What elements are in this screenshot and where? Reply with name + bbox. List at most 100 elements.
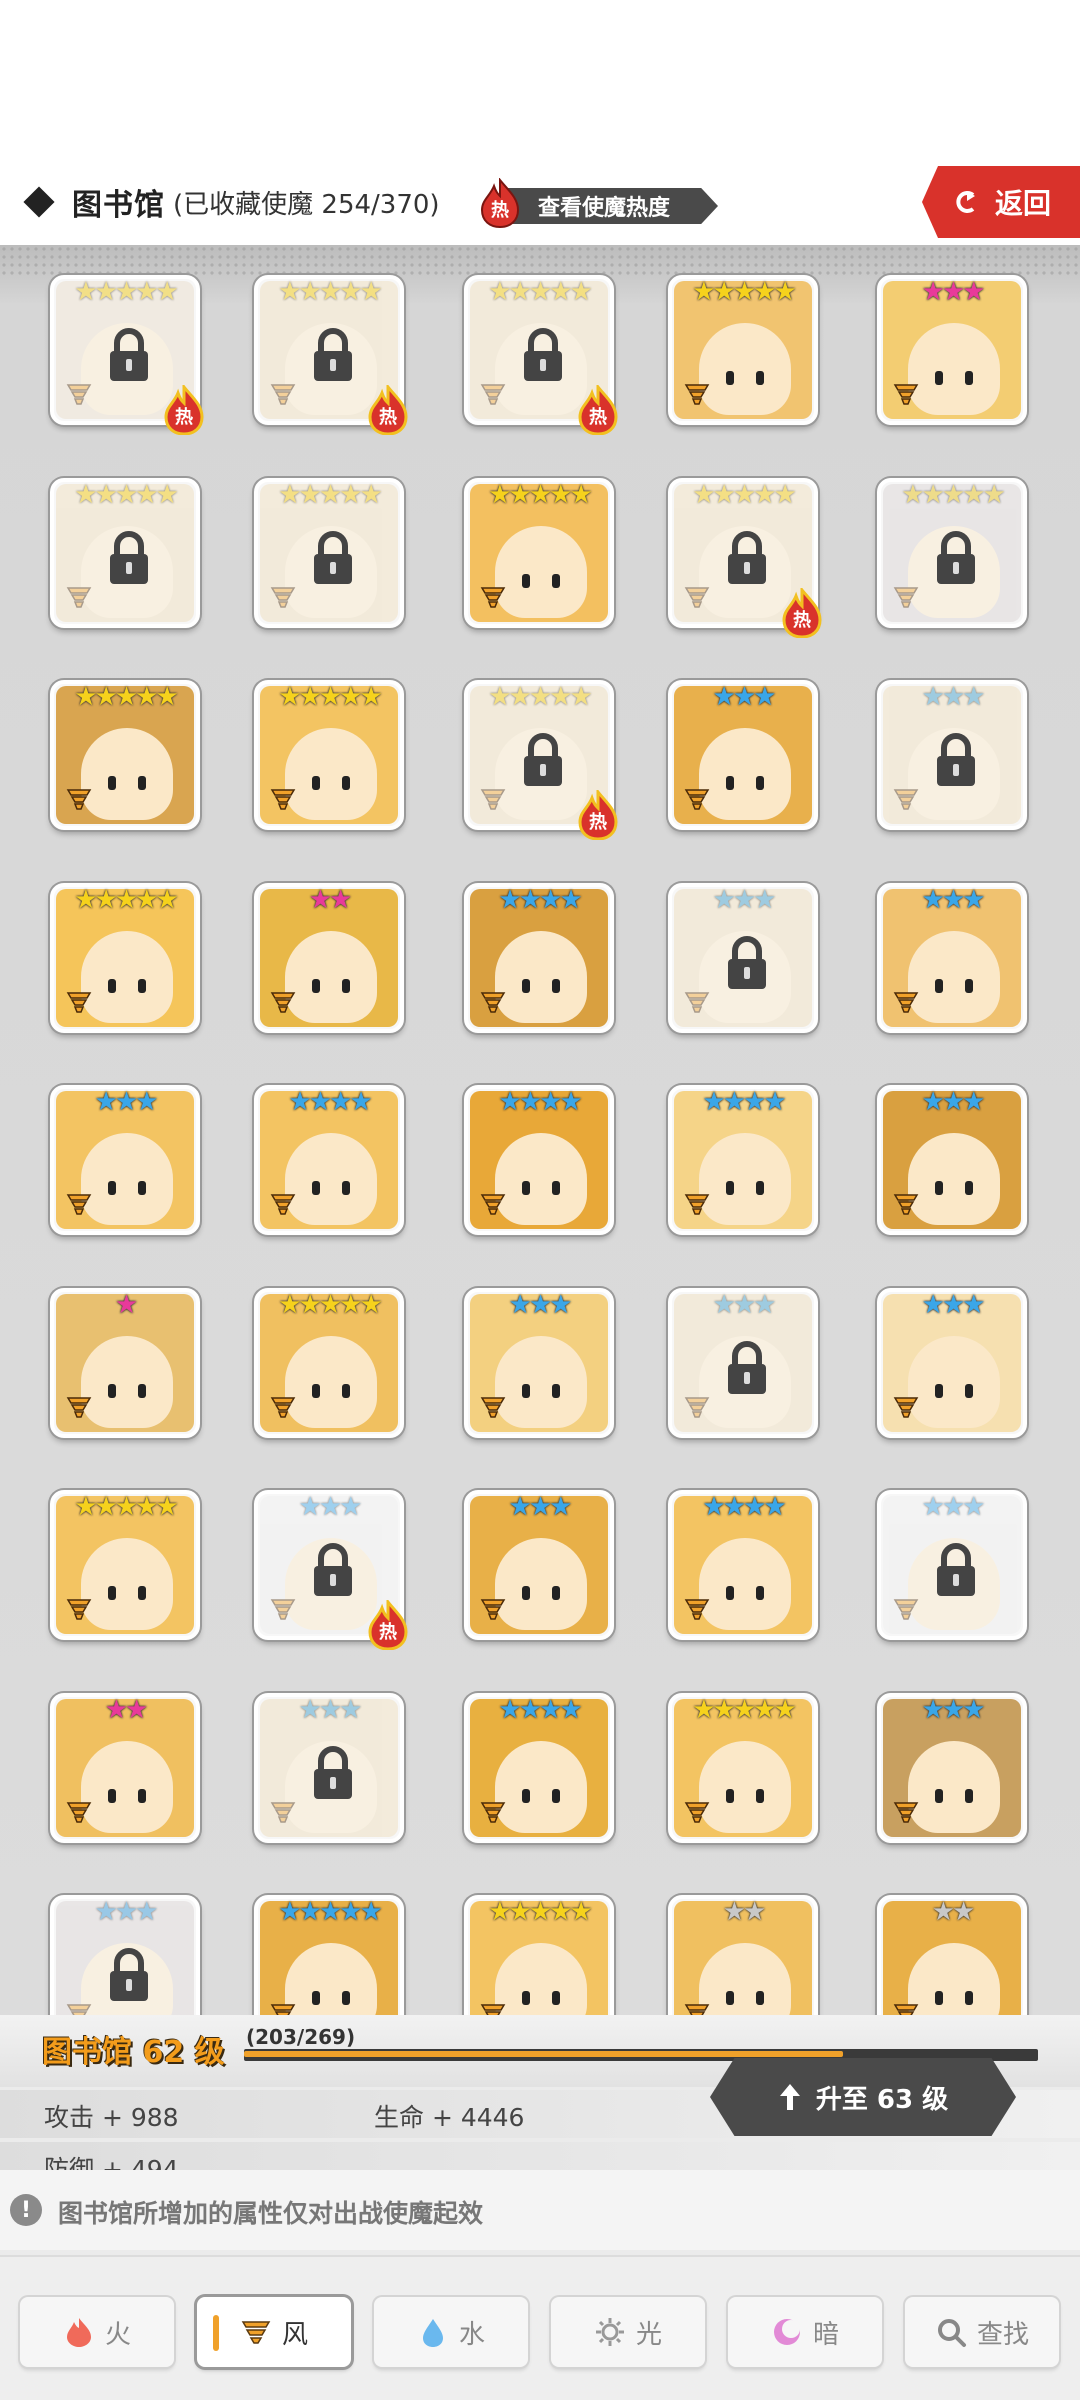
star-icon: ★ [329, 1087, 352, 1117]
wind-icon [270, 1799, 296, 1825]
familiar-face [699, 1740, 791, 1833]
familiar-eyes [108, 1788, 146, 1803]
star-icon: ★ [539, 1087, 562, 1117]
tab-light[interactable]: 光 [551, 2297, 705, 2367]
familiar-card[interactable]: ★ ★ ★ ★ ★ [464, 1895, 614, 2015]
familiar-card[interactable]: ★ ★ ★ ★ ★ 热 [464, 680, 618, 841]
familiar-card[interactable]: ★ ★ ★ ★ ★ [877, 477, 1027, 628]
familiar-card[interactable]: ★ ★ ★ ★ ★ [668, 1692, 818, 1843]
familiar-card[interactable]: ★ ★ ★ [464, 1287, 614, 1438]
heat-badge-text: 热 [379, 407, 397, 428]
star-icon: ★ [114, 1492, 138, 1522]
heat-badge-text: 热 [589, 812, 607, 833]
star-icon: ★ [329, 884, 352, 915]
familiar-card[interactable]: ★ ★ ★ ★ [254, 1085, 404, 1235]
familiar-card[interactable]: ★ ★ ★ [877, 275, 1027, 425]
star-icon: ★ [298, 1492, 322, 1522]
familiar-card[interactable]: ★ ★ ★ ★ ★ 热 [464, 275, 618, 436]
familiar-face [495, 1740, 587, 1833]
familiar-card[interactable]: ★ ★ ★ ★ [464, 1085, 614, 1235]
tab-search[interactable]: 查找 [905, 2297, 1059, 2367]
familiar-card[interactable]: ★ ★ ★ ★ ★ 热 [50, 275, 204, 436]
star-rating: ★ ★ ★ [672, 682, 814, 712]
star-icon: ★ [359, 1289, 382, 1320]
tab-water[interactable]: 水 [374, 2297, 528, 2367]
familiar-card[interactable]: ★ ★ ★ [668, 680, 818, 830]
familiar-card[interactable]: ★ ★ ★ [877, 1692, 1027, 1843]
library-level: 图书馆 62 级 [42, 2035, 225, 2070]
familiar-card[interactable]: ★ ★ ★ ★ ★ [50, 477, 200, 628]
lock-icon [520, 327, 566, 383]
familiar-card[interactable]: ★ ★ ★ ★ ★ [254, 477, 404, 628]
tab-fire[interactable]: 火 [20, 2297, 174, 2367]
familiar-card[interactable]: ★ ★ ★ ★ [464, 882, 614, 1033]
search-icon [937, 2319, 966, 2347]
familiar-card[interactable]: ★ ★ ★ ★ ★ [464, 477, 614, 628]
familiar-card[interactable]: ★ ★ ★ ★ ★ 热 [254, 275, 408, 436]
star-icon: ★ [278, 277, 301, 307]
familiar-eyes [935, 978, 973, 993]
star-icon: ★ [941, 479, 965, 510]
wind-icon [270, 381, 296, 407]
star-icon: ★ [569, 277, 592, 307]
wind-icon [684, 584, 710, 610]
star-icon: ★ [318, 682, 342, 712]
star-icon: ★ [743, 1492, 766, 1522]
familiar-grid: ★ ★ ★ ★ ★ 热 ★ ★ ★ ★ ★ 热 ★ ★ ★ ★ ★ 热 ★ ★ ★ ★ ★ ★ ★ ★ ★ ★ ★ ★ ★ ★ ★ ★ ★ ★ ★ ★ ★ ★… [0, 245, 1080, 2015]
wind-icon [66, 381, 92, 407]
familiar-card[interactable]: ★ ★ ★ ★ ★ [254, 680, 404, 830]
tab-dark[interactable]: 暗 [728, 2297, 882, 2367]
star-icon: ★ [488, 479, 511, 510]
star-icon: ★ [135, 1897, 158, 1927]
star-icon: ★ [712, 682, 736, 712]
familiar-card[interactable]: ★ ★ ★ [877, 882, 1027, 1033]
wind-icon [480, 584, 506, 610]
back-button[interactable]: 返回 [922, 166, 1080, 238]
familiar-card[interactable]: ★ ★ ★ ★ ★ [50, 680, 200, 830]
familiar-card[interactable]: ★ ★ ★ [464, 1490, 614, 1640]
library-progress-text: (203/269) [246, 2025, 356, 2049]
wind-icon [66, 2001, 92, 2015]
wind-icon [893, 2001, 919, 2015]
familiar-card[interactable]: ★ ★ ★ [877, 1287, 1027, 1438]
star-icon: ★ [135, 682, 158, 712]
upgrade-button[interactable]: 升至 63 级 [710, 2058, 1016, 2136]
familiar-card[interactable]: ★ ★ ★ ★ [464, 1692, 614, 1843]
familiar-card[interactable]: ★ ★ ★ 热 [254, 1490, 408, 1651]
view-heat-button[interactable]: 查看使魔热度 热 [478, 176, 730, 232]
familiar-card[interactable]: ★ ★ ★ [668, 882, 818, 1033]
familiar-card[interactable]: ★ ★ ★ [254, 1692, 404, 1843]
familiar-card[interactable]: ★ ★ [254, 882, 404, 1033]
familiar-card[interactable]: ★ ★ ★ ★ ★ [254, 1895, 404, 2015]
star-icon: ★ [298, 1897, 322, 1927]
familiar-card[interactable]: ★ ★ ★ [50, 1085, 200, 1235]
familiar-eyes [522, 1586, 560, 1600]
star-icon: ★ [732, 1289, 756, 1320]
star-icon: ★ [114, 1289, 138, 1320]
star-icon: ★ [549, 277, 572, 307]
familiar-face [81, 1133, 173, 1225]
familiar-card[interactable]: ★ ★ ★ ★ [668, 1085, 818, 1235]
star-icon: ★ [508, 277, 532, 307]
familiar-card[interactable]: ★ ★ [50, 1692, 200, 1843]
familiar-face [81, 930, 173, 1023]
familiar-card[interactable]: ★ ★ ★ ★ ★ 热 [668, 477, 822, 639]
star-rating: ★ ★ ★ [258, 1492, 400, 1522]
familiar-card[interactable]: ★ ★ ★ ★ ★ [50, 882, 200, 1033]
familiar-card[interactable]: ★ [50, 1287, 200, 1438]
familiar-card[interactable]: ★ ★ [877, 1895, 1027, 2015]
familiar-card[interactable]: ★ ★ ★ ★ ★ [668, 275, 818, 425]
familiar-card[interactable]: ★ ★ ★ ★ [668, 1490, 818, 1640]
familiar-card[interactable]: ★ ★ ★ ★ ★ [254, 1287, 404, 1438]
flame-icon: 热 [478, 177, 522, 229]
familiar-card[interactable]: ★ ★ ★ [877, 1490, 1027, 1640]
familiar-card[interactable]: ★ ★ ★ ★ ★ [50, 1490, 200, 1640]
familiar-eyes [108, 978, 146, 993]
heat-badge-text: 热 [175, 407, 193, 428]
familiar-card[interactable]: ★ ★ ★ [877, 680, 1027, 830]
tab-wind[interactable]: 风 [197, 2297, 351, 2367]
familiar-card[interactable]: ★ ★ ★ [877, 1085, 1027, 1235]
familiar-card[interactable]: ★ ★ [668, 1895, 818, 2015]
familiar-card[interactable]: ★ ★ ★ [668, 1287, 818, 1438]
familiar-card[interactable]: ★ ★ ★ [50, 1895, 200, 2015]
